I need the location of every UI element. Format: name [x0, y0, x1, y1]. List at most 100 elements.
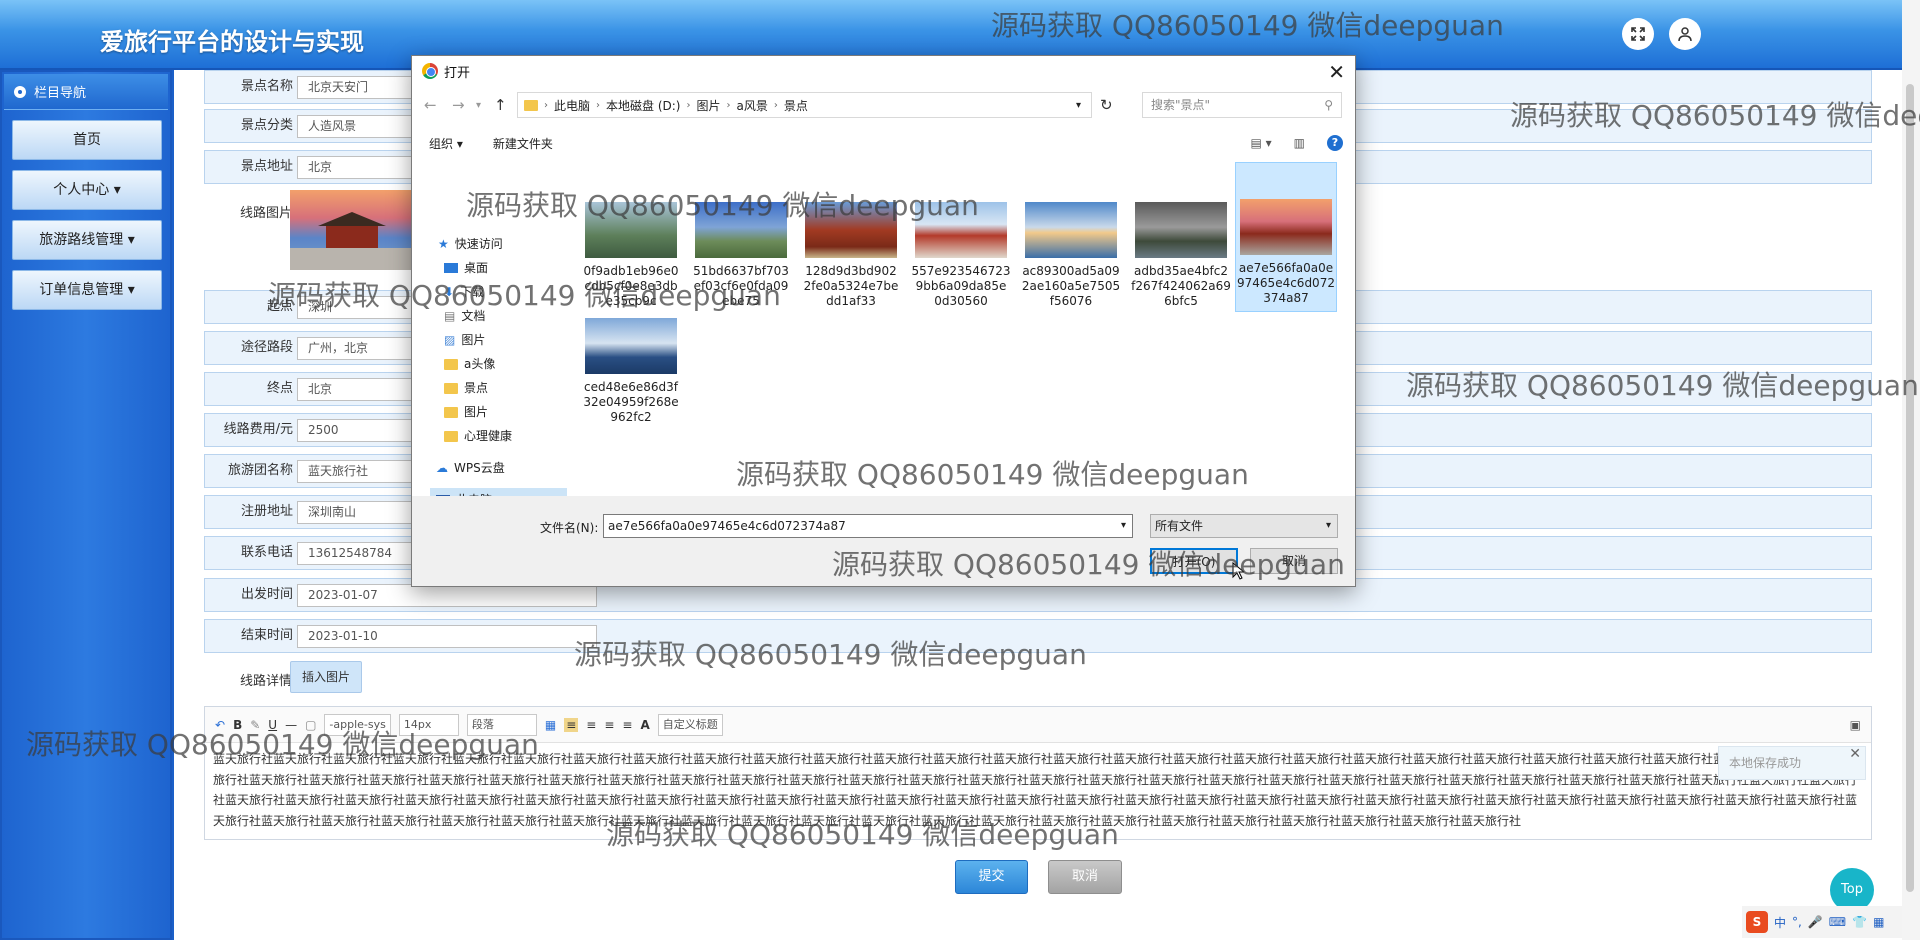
table-icon[interactable]: ▦	[545, 718, 556, 732]
chevron-down-icon[interactable]: ▾	[1121, 515, 1126, 537]
breadcrumb-item[interactable]: 本地磁盘 (D:)	[606, 97, 680, 114]
file-item[interactable]: ac89300ad5a09 2ae160a5e7505 f56076	[1020, 166, 1122, 316]
sidebar-item-personal-center[interactable]: 个人中心 ▾	[12, 170, 162, 210]
sidebar: 栏目导航 首页 个人中心 ▾ 旅游路线管理 ▾ 订单信息管理 ▾	[0, 70, 172, 940]
picture-icon: ▨	[444, 333, 456, 347]
organize-button[interactable]: 组织 ▾	[429, 135, 463, 152]
address-label: 景点地址	[240, 159, 293, 174]
file-name-line: 0d30560	[934, 294, 988, 308]
file-thumbnail	[1135, 202, 1227, 258]
file-name-line: 128d9d3bd902	[805, 264, 897, 278]
sidebar-heading-label: 栏目导航	[34, 86, 87, 101]
microphone-icon[interactable]: 🎤	[1808, 915, 1823, 929]
file-item[interactable]: 557e923546723 9bb6a09da85e 0d30560	[910, 166, 1012, 316]
nav-folder[interactable]: a头像	[444, 354, 495, 374]
align-left-icon[interactable]: ≡	[564, 717, 579, 732]
file-name-line: 374a87	[1263, 291, 1309, 305]
nav-label: a头像	[464, 357, 496, 371]
align-center-icon[interactable]: ≡	[586, 718, 596, 732]
dialog-close-button[interactable]: ✕	[1328, 60, 1345, 84]
dialog-open-button[interactable]: 打开(O)	[1150, 548, 1238, 574]
nav-documents[interactable]: ▤ 文档	[444, 306, 485, 326]
search-input[interactable]: 搜索"景点" ⚲	[1142, 92, 1342, 118]
breadcrumb-item[interactable]: 图片	[696, 97, 720, 114]
submit-button[interactable]: 提交	[955, 860, 1028, 894]
file-item[interactable]: 128d9d3bd902 2fe0a5324e7be dd1af33	[800, 166, 902, 316]
route-image-preview[interactable]	[290, 190, 414, 270]
filename-input[interactable]: ae7e566fa0a0e97465e4c6d072374a87 ▾	[603, 514, 1133, 538]
file-item[interactable]: 51bd6637bf703 ef03cf6e0fda09 ebe75	[690, 166, 792, 316]
nav-folder[interactable]: 景点	[444, 378, 488, 398]
nav-folder[interactable]: 图片	[444, 402, 488, 422]
new-folder-button[interactable]: 新建文件夹	[493, 135, 553, 152]
strikethrough-icon[interactable]: —	[285, 718, 297, 732]
align-justify-icon[interactable]: ≡	[622, 718, 632, 732]
sidebar-item-home[interactable]: 首页	[12, 120, 162, 160]
depart-date-input[interactable]: 2023-01-07	[297, 584, 597, 607]
fullscreen-button[interactable]	[1622, 18, 1654, 50]
insert-image-button[interactable]: 插入图片	[290, 661, 362, 693]
custom-title-select[interactable]: 自定义标题	[657, 713, 723, 736]
breadcrumb-item[interactable]: a风景	[737, 97, 768, 114]
help-icon[interactable]: ?	[1327, 135, 1343, 151]
close-icon[interactable]: ✕	[1849, 738, 1861, 770]
nav-desktop[interactable]: 桌面	[444, 258, 488, 278]
punctuation-icon[interactable]: °,	[1792, 915, 1802, 929]
nav-label: 心理健康	[464, 429, 513, 443]
up-arrow-icon[interactable]: ↑	[494, 96, 507, 114]
file-name-line: 2ae160a5e7505	[1021, 279, 1121, 293]
font-color-icon[interactable]: A	[640, 718, 649, 732]
file-name-line: 32e04959f268e	[583, 395, 679, 409]
breadcrumb-item[interactable]: 景点	[784, 97, 808, 114]
nav-pictures[interactable]: ▨ 图片	[444, 330, 485, 350]
file-item-selected[interactable]: ae7e566fa0a0e 97465e4c6d072 374a87	[1235, 162, 1337, 312]
nav-downloads[interactable]: ⬇ 下载	[444, 282, 484, 302]
sidebar-item-order-management[interactable]: 订单信息管理 ▾	[12, 270, 162, 310]
align-right-icon[interactable]: ≡	[604, 718, 614, 732]
undo-icon[interactable]: ↶	[215, 718, 225, 732]
file-item[interactable]: ced48e6e86d3f 32e04959f268e 962fc2	[580, 282, 682, 432]
address-bar[interactable]: › 此电脑 › 本地磁盘 (D:) › 图片 › a风景 › 景点 ▾	[517, 92, 1092, 118]
font-size-select[interactable]: 14px	[398, 713, 459, 736]
refresh-icon[interactable]: ↻	[1100, 96, 1113, 114]
font-family-select[interactable]: -apple-sys	[324, 713, 391, 736]
filename-value: ae7e566fa0a0e97465e4c6d072374a87	[608, 519, 846, 533]
nav-folder[interactable]: 心理健康	[444, 426, 512, 446]
preview-pane-icon[interactable]: ▥	[1294, 136, 1305, 150]
file-item[interactable]: adbd35ae4bfc2 f267f424062a69 6bfc5	[1130, 166, 1232, 316]
finish-date-input[interactable]: 2023-01-10	[297, 625, 597, 648]
file-thumbnail	[585, 202, 677, 258]
sidebar-item-route-management[interactable]: 旅游路线管理 ▾	[12, 220, 162, 260]
source-view-icon[interactable]: ▣	[1850, 718, 1861, 732]
sogou-icon[interactable]: S	[1746, 911, 1768, 933]
filetype-select[interactable]: 所有文件 ▾	[1150, 514, 1338, 538]
recent-chevron-icon[interactable]: ▾	[476, 100, 481, 111]
toolbox-icon[interactable]: ▦	[1873, 915, 1884, 929]
editor-content[interactable]: 蓝天旅行社蓝天旅行社蓝天旅行社蓝天旅行社蓝天旅行社蓝天旅行社蓝天旅行社蓝天旅行社…	[205, 743, 1871, 839]
cancel-button[interactable]: 取消	[1048, 860, 1122, 894]
bold-icon[interactable]: B	[233, 718, 242, 732]
nav-wps-cloud[interactable]: ☁ WPS云盘	[436, 458, 505, 478]
breadcrumb-item[interactable]: 此电脑	[554, 97, 590, 114]
nav-quick-access[interactable]: ★ 快速访问	[438, 234, 503, 254]
reg-address-label: 注册地址	[240, 504, 293, 519]
format-brush-icon[interactable]: ✎	[250, 718, 260, 732]
page-scrollbar-thumb[interactable]	[1906, 84, 1914, 892]
ime-mode[interactable]: 中	[1774, 914, 1786, 931]
paragraph-select[interactable]: 段落	[466, 713, 537, 736]
dialog-nav-pane: ★ 快速访问 桌面 ⬇ 下载 ▤ 文档 ▨ 图片 a头像 景点 图片 心理健康 …	[412, 166, 567, 539]
agency-label: 旅游团名称	[227, 463, 293, 478]
chevron-down-icon[interactable]: ▾	[1076, 100, 1081, 111]
nav-label: 景点	[464, 381, 489, 395]
underline-icon[interactable]: U	[268, 718, 277, 732]
dialog-cancel-button[interactable]: 取消	[1250, 548, 1338, 574]
keyboard-icon[interactable]: ⌨	[1829, 915, 1846, 929]
view-options-icon[interactable]: ▤ ▾	[1250, 136, 1271, 150]
user-button[interactable]	[1669, 18, 1701, 50]
chevron-right-icon: ›	[544, 99, 548, 111]
copy-icon[interactable]: ▢	[305, 718, 316, 732]
back-arrow-icon[interactable]: ←	[424, 96, 437, 114]
forward-arrow-icon[interactable]: →	[452, 96, 465, 114]
skin-icon[interactable]: 👕	[1852, 915, 1867, 929]
user-icon	[1678, 27, 1692, 42]
